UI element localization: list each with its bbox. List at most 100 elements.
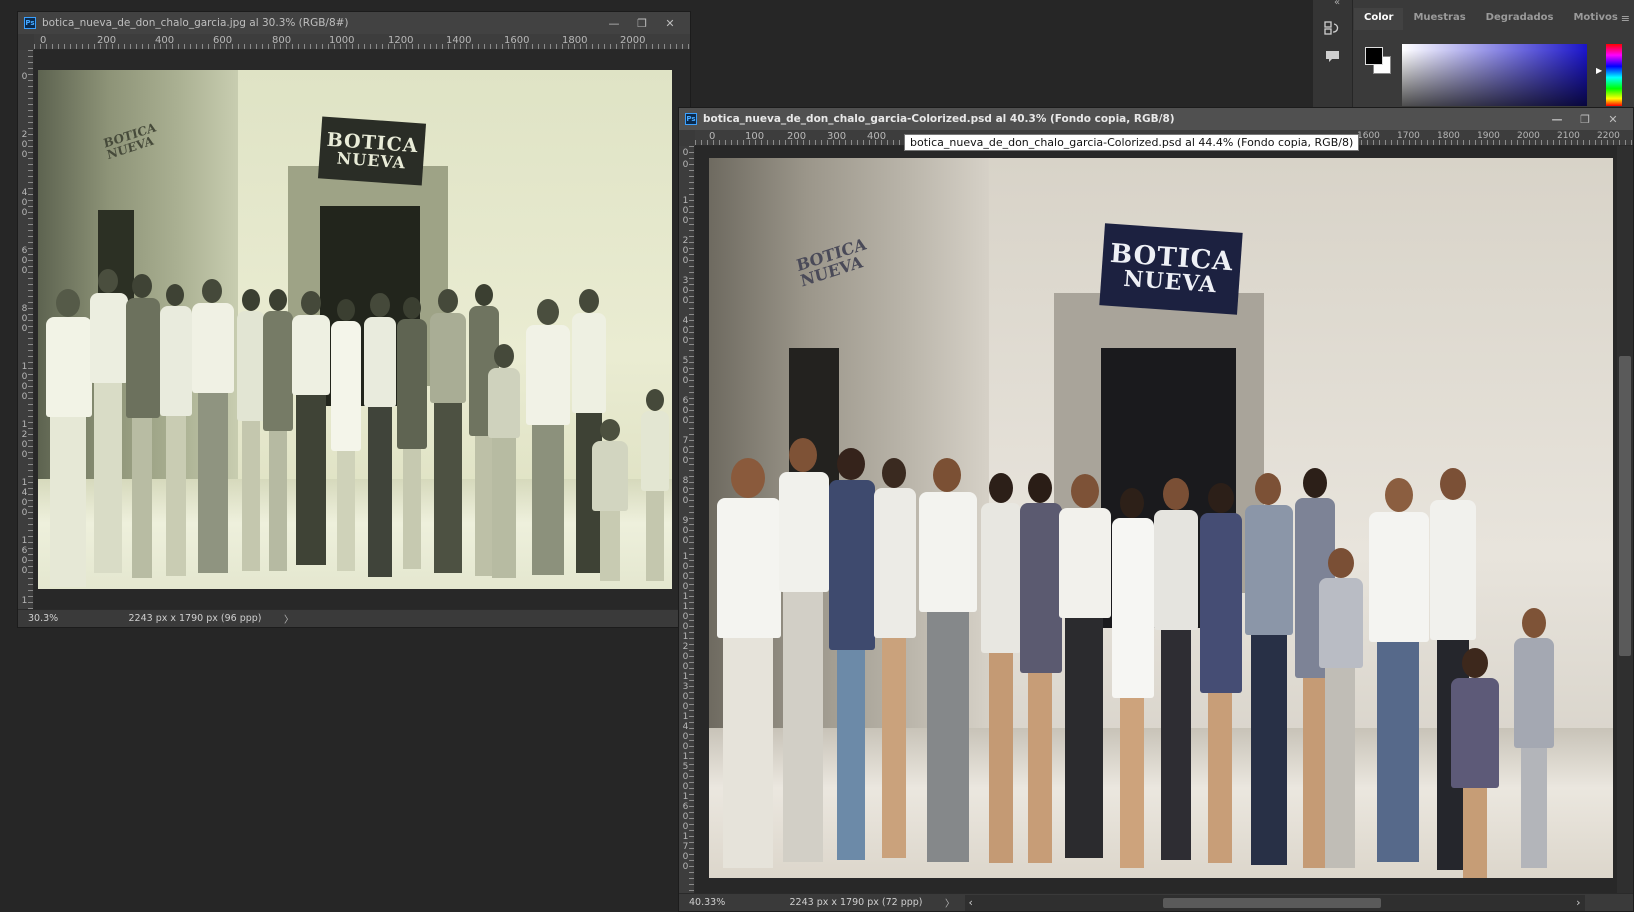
color-picker-field[interactable] <box>1402 44 1587 106</box>
ruler-label: 1000 <box>329 35 355 46</box>
ruler-label: 2100 <box>1557 131 1580 141</box>
ruler-label: 1400 <box>682 712 689 752</box>
ruler-label: 1900 <box>1477 131 1500 141</box>
tab-motivos[interactable]: Motivos <box>1563 8 1627 30</box>
scroll-right-icon[interactable]: › <box>1576 896 1580 909</box>
hue-slider-marker-icon[interactable]: ▶ <box>1596 66 1602 75</box>
ruler-label: 0 <box>682 148 689 158</box>
ruler-label: 300 <box>827 131 847 142</box>
sign-line-2: NUEVA <box>1122 265 1218 299</box>
original-photo[interactable]: BOTICA NUEVA BOTICA NUEVA <box>38 70 672 589</box>
close-button[interactable]: ✕ <box>656 12 684 34</box>
colorized-photo[interactable]: BOTICA NUEVA BOTICA NUEVA <box>709 158 1613 878</box>
ruler-label: 0 <box>40 35 47 46</box>
ruler-label: 1200 <box>388 35 414 46</box>
ruler-label: 1000 <box>682 552 689 592</box>
ruler-label: 800 <box>682 476 689 506</box>
ruler-label: 600 <box>21 246 28 276</box>
group-of-people <box>709 418 1613 878</box>
ruler-label: 400 <box>682 316 689 346</box>
document-titlebar[interactable]: Ps botica_nueva_de_don_chalo_garcia.jpg … <box>18 12 690 34</box>
minimize-button[interactable]: — <box>600 12 628 34</box>
tab-degradados[interactable]: Degradados <box>1476 8 1564 30</box>
photoshop-workspace: Ps botica_nueva_de_don_chalo_garcia.jpg … <box>0 0 1634 912</box>
vertical-ruler[interactable]: 0 200 400 600 800 1000 1200 1400 1600 1 <box>18 50 34 609</box>
minimize-button[interactable]: — <box>1543 108 1571 130</box>
foreground-color-swatch[interactable] <box>1365 47 1383 65</box>
color-panel-tabs: Color Muestras Degradados Motivos <box>1354 8 1634 30</box>
close-button[interactable]: ✕ <box>1599 108 1627 130</box>
ruler-label: 600 <box>213 35 233 46</box>
ruler-label: 1100 <box>682 592 689 632</box>
maximize-button[interactable]: ❐ <box>1571 108 1599 130</box>
ruler-label: 1700 <box>1397 131 1420 141</box>
tab-color[interactable]: Color <box>1354 8 1404 30</box>
maximize-button[interactable]: ❐ <box>628 12 656 34</box>
ruler-label: 1400 <box>446 35 472 46</box>
ruler-label: 1600 <box>1357 131 1380 141</box>
document-title: botica_nueva_de_don_chalo_garcia-Coloriz… <box>703 113 1175 125</box>
document-window-colorized[interactable]: Ps botica_nueva_de_don_chalo_garcia-Colo… <box>678 107 1634 912</box>
zoom-level-field[interactable]: 40.33% <box>679 897 731 908</box>
store-sign: BOTICA NUEVA <box>1099 223 1243 315</box>
ruler-label: 2200 <box>1597 131 1620 141</box>
ruler-label: 100 <box>682 196 689 226</box>
scroll-left-icon[interactable]: ‹ <box>969 896 973 909</box>
ruler-label: 0 <box>21 72 28 82</box>
document-window-original[interactable]: Ps botica_nueva_de_don_chalo_garcia.jpg … <box>17 11 691 628</box>
ruler-label: 200 <box>21 130 28 160</box>
vertical-scroll-thumb[interactable] <box>1619 356 1631 656</box>
photoshop-file-icon: Ps <box>24 17 36 29</box>
horizontal-scrollbar[interactable]: ‹ › <box>964 894 1585 911</box>
collapse-panels-icon[interactable]: « <box>1334 0 1340 8</box>
panel-menu-icon[interactable]: ≡ <box>1621 12 1630 25</box>
ruler-label: 1800 <box>562 35 588 46</box>
vertical-scrollbar[interactable] <box>1617 146 1633 893</box>
document-info[interactable]: 2243 px x 1790 px (96 ppp) <box>110 613 280 624</box>
ruler-label: 0 <box>709 131 716 142</box>
ruler-label: 100 <box>745 131 765 142</box>
ruler-label: 400 <box>21 188 28 218</box>
ruler-label: 2000 <box>1517 131 1540 141</box>
ruler-label: 1600 <box>682 792 689 832</box>
ruler-label: 1400 <box>21 478 28 518</box>
ruler-label: 400 <box>155 35 175 46</box>
photoshop-file-icon: Ps <box>685 113 697 125</box>
ruler-label: 1200 <box>682 632 689 672</box>
chevron-right-icon[interactable]: 〉 <box>945 896 955 910</box>
ruler-label: 300 <box>682 276 689 306</box>
comment-icon[interactable] <box>1325 50 1340 68</box>
status-bar: 30.3% 2243 px x 1790 px (96 ppp) 〉 <box>18 609 690 627</box>
group-of-people <box>38 259 672 589</box>
ruler-label: 200 <box>787 131 807 142</box>
store-sign: BOTICA NUEVA <box>317 116 427 186</box>
ruler-label: 1600 <box>21 536 28 576</box>
vertical-ruler[interactable]: 0 0 100 200 300 400 500 600 700 800 900 … <box>679 146 695 893</box>
ruler-label: 200 <box>97 35 117 46</box>
zoom-level-field[interactable]: 30.3% <box>18 613 70 624</box>
document-tooltip: botica_nueva_de_don_chalo_garcia-Coloriz… <box>904 134 1360 151</box>
ruler-label: 1 <box>21 596 28 606</box>
ruler-label: 700 <box>682 436 689 466</box>
ruler-label: 500 <box>682 356 689 386</box>
horizontal-ruler[interactable]: 0 200 400 600 800 1000 1200 1400 1600 18… <box>34 34 690 50</box>
sign-line-2: NUEVA <box>336 148 407 172</box>
ruler-label: 1500 <box>682 752 689 792</box>
hue-slider[interactable] <box>1606 44 1622 106</box>
horizontal-scroll-thumb[interactable] <box>1162 897 1381 908</box>
document-info[interactable]: 2243 px x 1790 px (72 ppp) <box>771 897 941 908</box>
history-brush-icon[interactable] <box>1324 20 1340 40</box>
ruler-label: 1200 <box>21 420 28 460</box>
ruler-label: 400 <box>867 131 887 142</box>
ruler-label: 1800 <box>1437 131 1460 141</box>
ruler-label: 1000 <box>21 362 28 402</box>
ruler-label: 800 <box>21 304 28 334</box>
ruler-label: 900 <box>682 516 689 546</box>
tab-muestras[interactable]: Muestras <box>1403 8 1475 30</box>
ruler-label: 1300 <box>682 672 689 712</box>
ruler-label: 200 <box>682 236 689 266</box>
ruler-label: 2000 <box>620 35 646 46</box>
chevron-right-icon[interactable]: 〉 <box>284 612 294 626</box>
document-titlebar[interactable]: Ps botica_nueva_de_don_chalo_garcia-Colo… <box>679 108 1633 130</box>
ruler-label: 800 <box>272 35 292 46</box>
